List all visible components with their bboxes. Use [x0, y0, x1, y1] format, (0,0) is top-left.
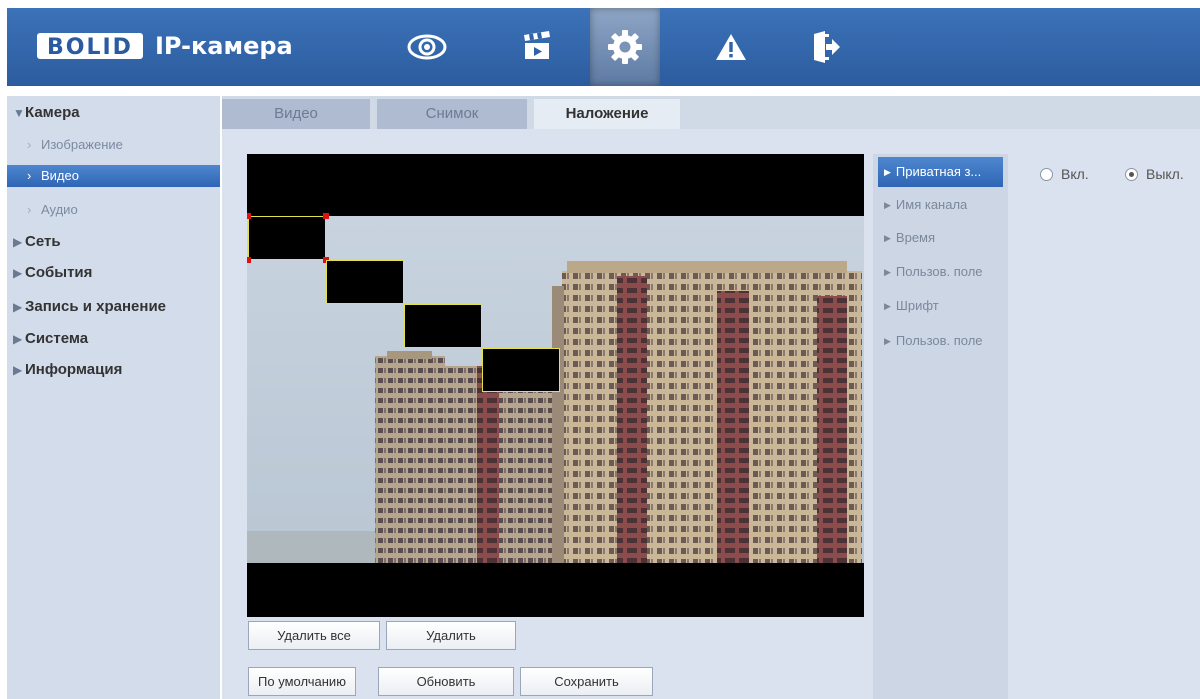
main-panel: Видео Снимок Наложение Удалить все Удали… [222, 96, 1200, 699]
sidebar-item-audio[interactable]: › Аудио [7, 199, 220, 221]
overlay-item-channel-name[interactable]: ▶ Имя канала [878, 190, 1003, 220]
chevron-right-icon: › [27, 137, 32, 152]
tab-bar: Видео Снимок Наложение [222, 96, 1200, 129]
overlay-item-privacy[interactable]: ▶ Приватная з... [878, 157, 1003, 187]
sidebar-item-image[interactable]: › Изображение [7, 134, 220, 156]
default-button[interactable]: По умолчанию [248, 667, 356, 696]
settings-gear-icon[interactable] [590, 8, 660, 86]
collapsed-triangle-icon: ▶ [13, 235, 23, 249]
sidebar-item-video[interactable]: › Видео [7, 165, 220, 187]
playback-clapperboard-icon[interactable] [502, 8, 572, 86]
top-header: BOLID IP-камера [7, 8, 1200, 86]
privacy-mask-1[interactable] [248, 216, 326, 260]
radio-button[interactable] [1040, 167, 1053, 181]
collapsed-triangle-icon: ▶ [13, 266, 23, 280]
radio-label: Выкл. [1146, 166, 1184, 182]
sidebar-item-label: Видео [41, 168, 79, 183]
overlay-item-font[interactable]: ▶ Шрифт [878, 291, 1003, 321]
radio-label: Вкл. [1061, 166, 1089, 182]
sidebar-section-camera[interactable]: ▼Камера [7, 102, 220, 124]
alarm-warning-icon[interactable] [696, 8, 766, 86]
sidebar-section-label: Сеть [25, 233, 61, 250]
overlay-item-label: Пользов. поле [895, 264, 983, 279]
delete-all-button[interactable]: Удалить все [248, 621, 380, 650]
privacy-mask-3[interactable] [404, 304, 482, 348]
logo: BOLID IP-камера [37, 32, 293, 60]
sidebar-section-info[interactable]: ▶ Информация [7, 359, 220, 381]
sidebar-section-recording[interactable]: ▶ Запись и хранение [7, 296, 220, 318]
video-preview[interactable] [247, 154, 864, 617]
privacy-on-option[interactable]: Вкл. [1040, 166, 1089, 182]
collapsed-triangle-icon: ▶ [13, 332, 23, 346]
sidebar-item-label: Аудио [41, 202, 78, 217]
collapsed-triangle-icon: ▶ [13, 300, 23, 314]
resize-handle[interactable] [323, 213, 329, 219]
resize-handle[interactable] [247, 213, 251, 219]
tab-overlay[interactable]: Наложение [534, 99, 680, 129]
sidebar: ▼Камера › Изображение › Видео › Аудио ▶ Сеть… [7, 96, 220, 699]
sidebar-section-label: Камера [25, 104, 80, 121]
overlay-item-label: Время [895, 230, 936, 245]
privacy-off-option[interactable]: Выкл. [1125, 166, 1184, 182]
delete-button[interactable]: Удалить [386, 621, 516, 650]
sidebar-section-events[interactable]: ▶ События [7, 262, 220, 284]
sidebar-section-label: Информация [25, 361, 123, 378]
sidebar-item-label: Изображение [41, 137, 123, 152]
overlay-item-label: Имя канала [895, 197, 968, 212]
chevron-right-icon: › [27, 202, 32, 217]
sidebar-section-system[interactable]: ▶ Система [7, 328, 220, 350]
overlay-item-label: Приватная з... [895, 164, 982, 179]
triangle-right-icon: ▶ [884, 336, 891, 346]
tab-video[interactable]: Видео [222, 99, 370, 129]
overlay-item-custom-field-2[interactable]: ▶ Пользов. поле [878, 326, 1003, 356]
overlay-item-label: Шрифт [895, 298, 939, 313]
logo-title: IP-камера [154, 32, 293, 60]
privacy-mask-4[interactable] [482, 348, 560, 392]
logout-icon[interactable] [791, 8, 861, 86]
collapsed-triangle-icon: ▶ [13, 363, 23, 377]
chevron-right-icon: › [27, 168, 32, 183]
overlay-item-custom-field-1[interactable]: ▶ Пользов. поле [878, 257, 1003, 287]
live-view-eye-icon[interactable] [392, 8, 462, 86]
triangle-right-icon: ▶ [884, 167, 891, 177]
sidebar-section-label: Система [25, 330, 89, 347]
overlay-item-time[interactable]: ▶ Время [878, 223, 1003, 253]
triangle-right-icon: ▶ [884, 200, 891, 210]
overlay-menu: ▶ Приватная з... ▶ Имя канала ▶ Время ▶ Поль… [873, 154, 1008, 699]
sidebar-section-label: События [25, 264, 93, 281]
triangle-right-icon: ▶ [884, 301, 891, 311]
save-button[interactable]: Сохранить [520, 667, 653, 696]
triangle-right-icon: ▶ [884, 233, 891, 243]
sidebar-section-network[interactable]: ▶ Сеть [7, 231, 220, 253]
expanded-triangle-icon: ▼ [13, 106, 25, 120]
triangle-right-icon: ▶ [884, 267, 891, 277]
tab-snapshot[interactable]: Снимок [377, 99, 527, 129]
logo-brand: BOLID [37, 33, 143, 60]
privacy-mask-2[interactable] [326, 260, 404, 304]
refresh-button[interactable]: Обновить [378, 667, 514, 696]
sidebar-section-label: Запись и хранение [25, 298, 167, 315]
resize-handle[interactable] [247, 257, 251, 263]
overlay-item-label: Пользов. поле [895, 333, 983, 348]
radio-button[interactable] [1125, 167, 1138, 181]
